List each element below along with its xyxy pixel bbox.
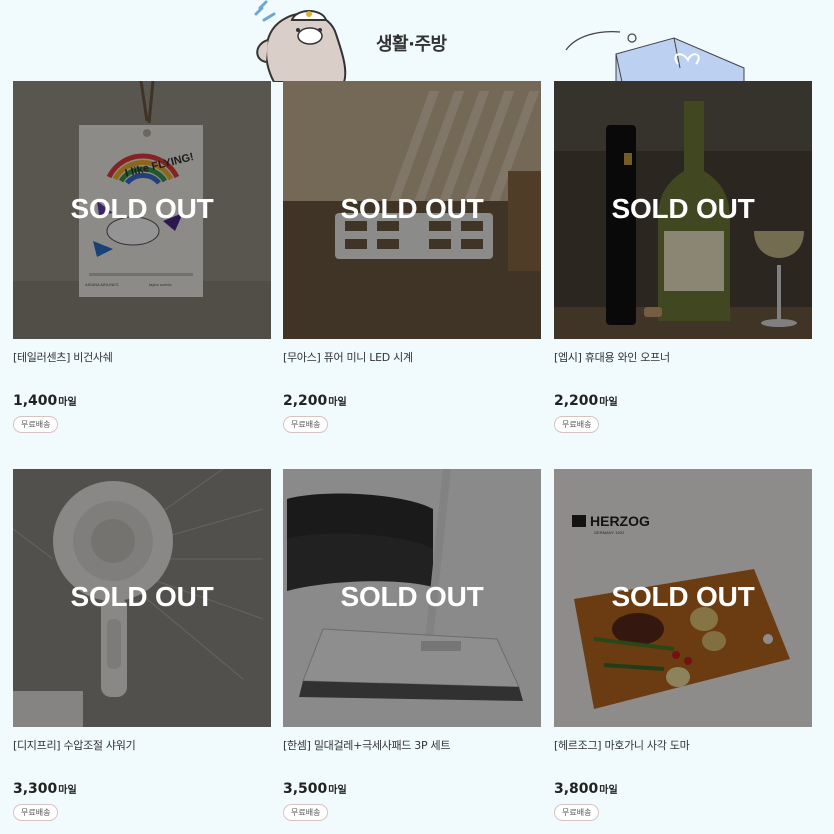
product-price: 3,800마일 [554, 781, 618, 797]
product-name[interactable]: [엡시] 휴대용 와인 오프너 [554, 349, 812, 364]
free-shipping-badge: 무료배송 [13, 804, 59, 821]
product-name[interactable]: [디지프리] 수압조절 샤워기 [13, 737, 271, 752]
sold-out-overlay: SOLD OUT [554, 81, 812, 339]
gift-box-icon [565, 31, 745, 82]
sold-out-label: SOLD OUT [340, 581, 484, 612]
product-card[interactable]: SOLD OUT [무아스] 퓨어 미니 LED 시계 2,200마일 무료배송 [283, 81, 541, 433]
product-price: 1,400마일 [13, 393, 77, 409]
product-card[interactable]: SOLD OUT [한셈] 밀대걸레+극세사패드 3P 세트 3,500마일 무… [283, 469, 541, 821]
mascot-seal-icon [254, 0, 347, 82]
product-image[interactable]: SOLD OUT [283, 469, 541, 727]
product-price: 3,500마일 [283, 781, 347, 797]
product-price: 2,200마일 [554, 393, 618, 409]
sold-out-overlay: SOLD OUT [13, 81, 271, 339]
free-shipping-badge: 무료배송 [554, 804, 600, 821]
sold-out-label: SOLD OUT [611, 581, 755, 612]
free-shipping-badge: 무료배송 [283, 416, 329, 433]
sold-out-label: SOLD OUT [340, 193, 484, 224]
free-shipping-badge: 무료배송 [13, 416, 59, 433]
product-image[interactable]: SOLD OUT [554, 81, 812, 339]
sold-out-overlay: SOLD OUT [554, 469, 812, 727]
product-image[interactable]: SOLD OUT [283, 81, 541, 339]
product-name[interactable]: [한셈] 밀대걸레+극세사패드 3P 세트 [283, 737, 541, 752]
product-card[interactable]: SOLD OUT [엡시] 휴대용 와인 오프너 2,200마일 무료배송 [554, 81, 812, 433]
free-shipping-badge: 무료배송 [554, 416, 600, 433]
product-price: 2,200마일 [283, 393, 347, 409]
sold-out-label: SOLD OUT [70, 193, 214, 224]
product-name[interactable]: [헤르조그] 마호가니 사각 도마 [554, 737, 812, 752]
product-card[interactable]: I like FLYING! ASIANA AIRLINES taylor sc… [13, 81, 271, 433]
sold-out-overlay: SOLD OUT [283, 81, 541, 339]
sold-out-overlay: SOLD OUT [13, 469, 271, 727]
product-name[interactable]: [테일러센츠] 비건사쉐 [13, 349, 271, 364]
product-price: 3,300마일 [13, 781, 77, 797]
sold-out-label: SOLD OUT [611, 193, 755, 224]
free-shipping-badge: 무료배송 [283, 804, 329, 821]
product-image[interactable]: SOLD OUT [13, 469, 271, 727]
product-name[interactable]: [무아스] 퓨어 미니 LED 시계 [283, 349, 541, 364]
product-image[interactable]: I like FLYING! ASIANA AIRLINES taylor sc… [13, 81, 271, 339]
section-title: 생활·주방 [376, 34, 447, 55]
product-image[interactable]: HERZOG GERMANY 1922 SOLD OUT [554, 469, 812, 727]
section-header: 생활·주방 [0, 0, 834, 82]
product-card[interactable]: HERZOG GERMANY 1922 SOLD OUT [헤르조그] 마호가니… [554, 469, 812, 821]
product-card[interactable]: SOLD OUT [디지프리] 수압조절 샤워기 3,300마일 무료배송 [13, 469, 271, 821]
sold-out-overlay: SOLD OUT [283, 469, 541, 727]
sold-out-label: SOLD OUT [70, 581, 214, 612]
